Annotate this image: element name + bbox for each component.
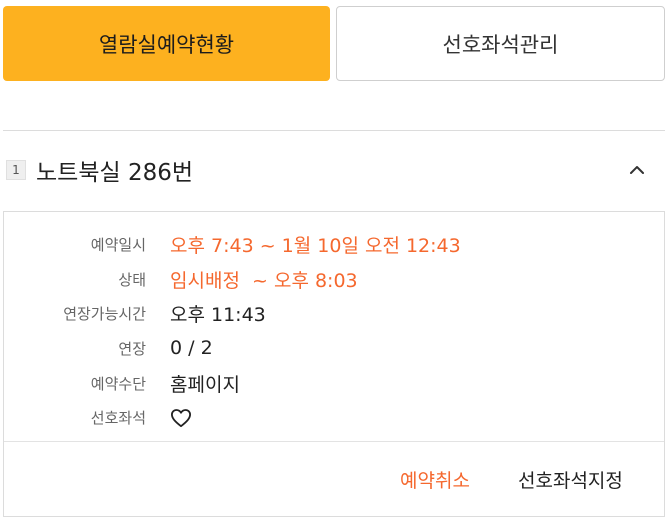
tab-favorite-seat-management[interactable]: 선호좌석관리 <box>336 6 665 81</box>
reservation-time-value: 오후 7:43 ~ 1월 10일 오전 12:43 <box>170 234 461 257</box>
detail-row-extend-time: 연장가능시간 오후 11:43 <box>4 296 664 331</box>
extend-count-label: 연장 <box>118 339 146 358</box>
set-favorite-seat-button[interactable]: 선호좌석지정 <box>518 466 623 493</box>
extend-time-label: 연장가능시간 <box>63 305 146 324</box>
extend-time-value: 오후 11:43 <box>170 304 266 327</box>
room-header[interactable]: 1 노트북실 286번 <box>3 150 665 190</box>
reservation-card: 예약일시 오후 7:43 ~ 1월 10일 오전 12:43 상태 임시배정 ~… <box>3 211 665 517</box>
reservation-details: 예약일시 오후 7:43 ~ 1월 10일 오전 12:43 상태 임시배정 ~… <box>4 227 664 435</box>
heart-outline-icon[interactable] <box>170 408 192 428</box>
status-label: 상태 <box>118 270 146 289</box>
detail-row-reservation-time: 예약일시 오후 7:43 ~ 1월 10일 오전 12:43 <box>4 227 664 262</box>
reservation-time-label: 예약일시 <box>90 235 146 254</box>
favorite-toggle[interactable] <box>170 408 192 428</box>
card-actions: 예약취소 선호좌석지정 <box>4 442 664 517</box>
detail-row-extend-count: 연장 0 / 2 <box>4 331 664 366</box>
room-title: 노트북실 286번 <box>36 160 194 186</box>
detail-row-favorite-seat: 선호좌석 <box>4 400 664 435</box>
tab-reading-room-status[interactable]: 열람실예약현황 <box>3 6 330 81</box>
chevron-up-icon[interactable] <box>627 160 647 180</box>
status-value: 임시배정 ~ 오후 8:03 <box>170 269 358 292</box>
detail-row-reservation-method: 예약수단 홈페이지 <box>4 366 664 401</box>
favorite-seat-label: 선호좌석 <box>90 409 146 428</box>
detail-row-status: 상태 임시배정 ~ 오후 8:03 <box>4 262 664 297</box>
extend-count-value: 0 / 2 <box>170 337 213 360</box>
section-divider <box>3 130 665 131</box>
reservation-method-value: 홈페이지 <box>170 373 240 396</box>
tab-bar: 열람실예약현황 선호좌석관리 <box>3 6 665 81</box>
cancel-reservation-button[interactable]: 예약취소 <box>400 466 470 493</box>
reservation-method-label: 예약수단 <box>90 374 146 393</box>
room-index-badge: 1 <box>6 160 26 180</box>
